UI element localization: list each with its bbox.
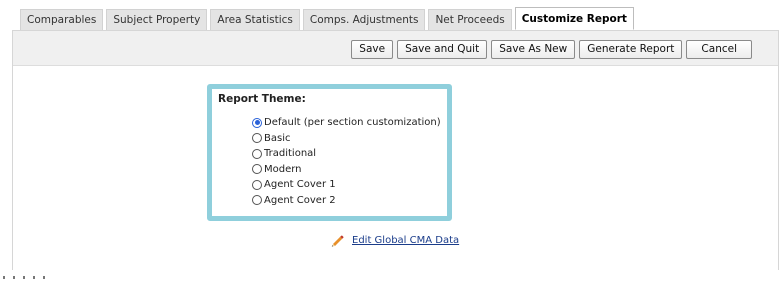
- radio-agent-cover-1[interactable]: [252, 179, 262, 190]
- pencil-icon[interactable]: [330, 233, 344, 247]
- save-as-new-button[interactable]: Save As New: [491, 40, 576, 59]
- tab-customize-report[interactable]: Customize Report: [514, 7, 634, 30]
- theme-option-label: Traditional: [264, 148, 317, 160]
- radio-basic[interactable]: [252, 133, 262, 144]
- save-and-quit-button[interactable]: Save and Quit: [397, 40, 488, 59]
- theme-option-default[interactable]: Default (per section customization): [252, 115, 441, 131]
- radio-agent-cover-2[interactable]: [252, 195, 262, 206]
- theme-option-label: Agent Cover 2: [264, 194, 336, 206]
- report-theme-title: Report Theme:: [218, 93, 306, 105]
- theme-option-agent-cover-2[interactable]: Agent Cover 2: [252, 193, 441, 209]
- tab-bar: Comparables Subject Property Area Statis…: [20, 7, 634, 30]
- report-theme-options: Default (per section customization) Basi…: [252, 115, 441, 208]
- cancel-button[interactable]: Cancel: [686, 40, 752, 59]
- save-button[interactable]: Save: [351, 40, 394, 59]
- edit-global-cma-data[interactable]: Edit Global CMA Data: [330, 233, 459, 247]
- tab-comps-adjustments[interactable]: Comps. Adjustments: [302, 9, 426, 30]
- theme-option-agent-cover-1[interactable]: Agent Cover 1: [252, 177, 441, 193]
- theme-option-basic[interactable]: Basic: [252, 131, 441, 147]
- cma-report-page: Comparables Subject Property Area Statis…: [0, 0, 783, 284]
- theme-option-modern[interactable]: Modern: [252, 162, 441, 178]
- action-button-group: Save Save and Quit Save As New Generate …: [351, 40, 752, 59]
- report-theme-box: Report Theme: Default (per section custo…: [207, 84, 452, 221]
- tab-area-statistics[interactable]: Area Statistics: [210, 9, 300, 30]
- theme-option-label: Default (per section customization): [264, 117, 441, 129]
- theme-option-traditional[interactable]: Traditional: [252, 146, 441, 162]
- theme-option-label: Basic: [264, 132, 291, 144]
- edit-global-cma-data-link[interactable]: Edit Global CMA Data: [352, 235, 459, 246]
- tab-net-proceeds[interactable]: Net Proceeds: [428, 9, 512, 30]
- radio-default[interactable]: [252, 117, 262, 128]
- radio-modern[interactable]: [252, 164, 262, 175]
- action-toolbar: Save Save and Quit Save As New Generate …: [13, 31, 778, 66]
- theme-option-label: Agent Cover 1: [264, 179, 336, 191]
- page-footer-marks: [3, 276, 63, 284]
- tab-subject-property[interactable]: Subject Property: [106, 9, 208, 30]
- theme-option-label: Modern: [264, 163, 302, 175]
- radio-traditional[interactable]: [252, 148, 262, 159]
- generate-report-button[interactable]: Generate Report: [579, 40, 683, 59]
- tab-comparables[interactable]: Comparables: [20, 9, 104, 30]
